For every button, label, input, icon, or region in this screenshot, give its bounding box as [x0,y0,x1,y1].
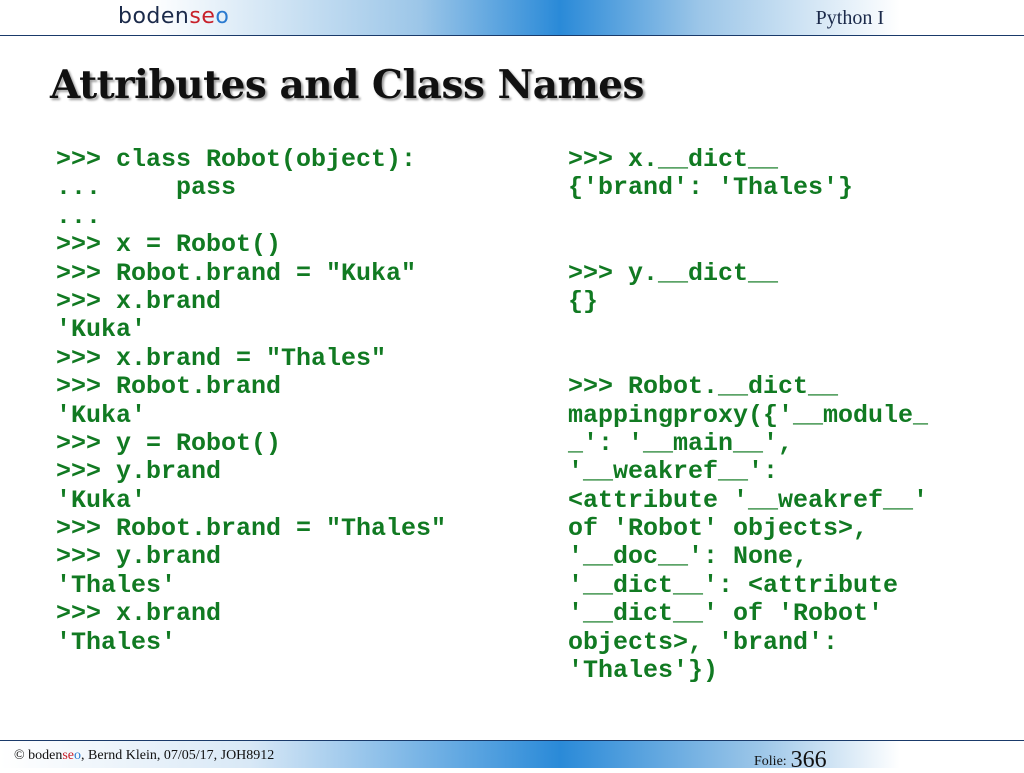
code-line: >>> y.__dict__ [568,258,779,288]
logo-text-part: boden [118,4,190,29]
code-line: <attribute '__weakref__' [568,485,929,515]
code-line: >>> class Robot(object): [56,145,417,174]
code-line: 'Kuka' [56,400,147,430]
code-line: 'Kuka' [56,485,147,515]
footer-author-info: , Bernd Klein, 07/05/17, JOH8912 [81,748,275,763]
code-line: {} [568,286,599,316]
code-line: >>> x = Robot() [56,230,282,260]
code-line: '__doc__': None, [568,542,809,572]
code-line: ... [56,201,102,231]
code-line: >>> x.brand = "Thales" [56,343,387,373]
code-line: of 'Robot' objects>, [568,514,869,544]
course-title: Python I [815,7,884,29]
code-line: '__dict__': <attribute [568,570,899,600]
folie-label: Folie: [754,754,787,769]
code-line: >>> x.__dict__ [568,145,779,174]
code-line: >>> y = Robot() [56,428,282,458]
logo-text-accent: se [189,4,216,29]
code-block-left: >>> class Robot(object):... pass... >>> x… [56,145,447,657]
code-line: >>> Robot.brand [56,372,282,402]
footer-info: © bodenseo, Bernd Klein, 07/05/17, JOH89… [14,748,274,764]
code-line: 'Kuka' [56,315,147,345]
code-line: >>> Robot.brand = "Thales" [56,514,447,544]
code-line: '__dict__' of 'Robot' [568,599,884,629]
code-line: {'brand': 'Thales'} [568,173,854,203]
copyright-symbol: © [14,748,25,763]
logo-text-accent-o: o [215,4,230,29]
footer-logo-part: boden [28,748,63,763]
footer-logo-accent: se [62,748,75,763]
code-line: >>> y.brand [56,457,222,487]
code-line: '__weakref__': [568,457,779,487]
code-line: >>> y.brand [56,542,222,572]
code-line: >>> Robot.__dict__ [568,372,839,402]
bodenseo-logo: bodenseo [118,4,229,29]
code-line: mappingproxy({'__module_ [568,400,929,430]
folie-number: 366 [790,747,827,773]
code-line: >>> x.brand [56,599,222,629]
code-line: _': '__main__', [568,428,794,458]
code-line: ... pass [56,173,237,203]
code-line: objects>, 'brand': [568,627,839,657]
footer-logo-accent-o: o [74,748,82,763]
code-block-right: >>> x.__dict__ {'brand': 'Thales'} >>> y._… [568,145,929,686]
code-line: 'Thales' [56,570,177,600]
code-line: >>> x.brand [56,286,222,316]
header-bar: bodenseo Python I [0,0,1024,36]
code-line: 'Thales'}) [568,656,719,686]
code-line: >>> Robot.brand = "Kuka" [56,258,417,288]
footer-bar: © bodenseo, Bernd Klein, 07/05/17, JOH89… [0,740,1024,773]
slide-title: Attributes and Class Names [50,62,645,108]
code-line: 'Thales' [56,627,177,657]
